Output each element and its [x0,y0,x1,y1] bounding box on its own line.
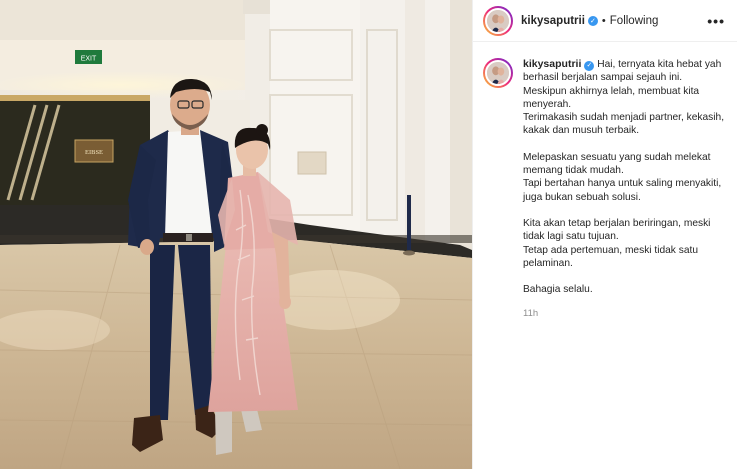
avatar[interactable] [483,5,513,36]
caption-body: kikysaputrii ✓ Hai, ternyata kita hebat y… [523,58,725,321]
exit-sign-label: EXIT [81,56,97,63]
post-timestamp[interactable]: 11h [523,307,725,320]
verified-badge-icon: ✓ [587,15,598,26]
post-photo[interactable]: EXIT EIBSE [0,0,472,469]
caption: kikysaputrii ✓ Hai, ternyata kita hebat y… [473,42,737,321]
post-side-panel: kikysaputrii ✓ • Following ••• kikysaput… [472,0,737,469]
caption-paragraph-4: Bahagia selalu. [523,284,593,296]
following-button[interactable]: Following [610,15,659,27]
avatar-image [485,7,511,34]
caption-verified-badge-icon: ✓ [584,60,595,71]
post-header: kikysaputrii ✓ • Following ••• [473,0,737,42]
caption-paragraph-3: Kita akan tetap berjalan beriringan, mes… [523,217,711,269]
caption-paragraph-2: Melepaskan sesuatu yang sudah melekat me… [523,151,722,203]
venue-sign-label: EIBSE [85,149,103,156]
caption-paragraph-1: kikysaputrii ✓ Hai, ternyata kita hebat y… [523,58,725,138]
separator-dot: • [601,14,606,27]
caption-text-2: Terimakasih sudah menjadi partner, kekas… [523,112,725,137]
caption-avatar[interactable] [483,58,513,88]
caption-username-link[interactable]: kikysaputrii [523,58,581,70]
caption-avatar-image [485,60,511,86]
username-link[interactable]: kikysaputrii [521,15,585,27]
post-image: EXIT EIBSE [0,0,472,469]
more-options-icon[interactable]: ••• [707,13,725,29]
